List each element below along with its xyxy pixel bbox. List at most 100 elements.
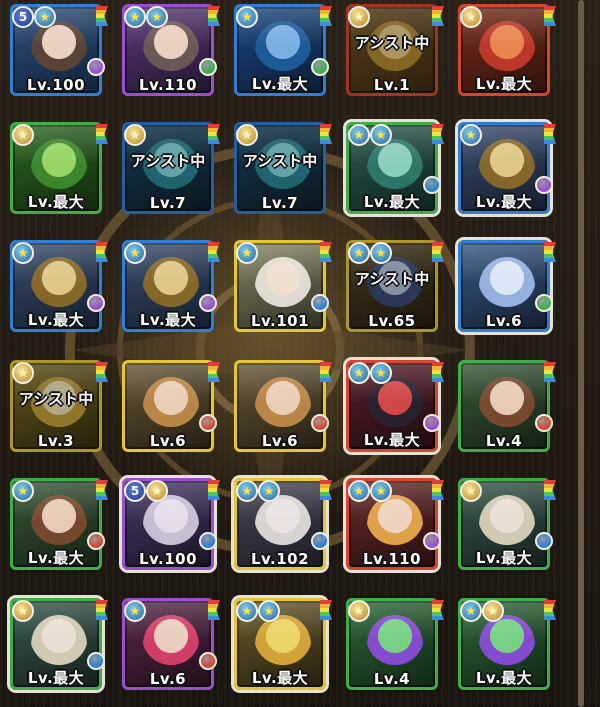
level-label: Lv.最大	[27, 193, 85, 211]
level-label: Lv.最大	[27, 549, 85, 567]
super-awakening-5-icon: 5	[124, 480, 146, 502]
monster-card-green-weapon[interactable]: ★ Lv.最大	[10, 122, 108, 214]
level-label: Lv.最大	[139, 311, 197, 329]
card-shine	[461, 243, 547, 283]
monster-card-dark-swordswoman-2[interactable]: ★ ★ Lv.110	[122, 4, 220, 96]
gold-plus-star-icon: ★	[146, 480, 168, 502]
assist-label: アシスト中	[354, 34, 430, 52]
scrollbar[interactable]	[578, 0, 584, 707]
monster-card-white-crowned-girl[interactable]: ★ Lv.最大	[458, 478, 556, 570]
monster-card-blue-seed-pod[interactable]: ★ Lv.最大	[234, 4, 332, 96]
scrollbar-thumb[interactable]	[578, 0, 584, 707]
plus-star-icon: ★	[34, 6, 56, 28]
monster-card-blond-boy-a[interactable]: Lv.6	[122, 360, 220, 452]
monster-card-white-crowned-girl-2[interactable]: ★ Lv.最大	[10, 598, 108, 690]
monster-card-yellow-dog[interactable]: ★ ★ Lv.最大	[234, 598, 332, 690]
plus-star-icon: ★	[124, 242, 146, 264]
sub-attribute-dark-icon	[87, 58, 105, 76]
level-label: Lv.100	[138, 550, 198, 568]
level-label: Lv.4	[485, 432, 523, 450]
level-label: Lv.最大	[251, 75, 309, 93]
monster-card-brown-hair-elf[interactable]: Lv.4	[458, 360, 556, 452]
plus-star-icon: ★	[236, 6, 258, 28]
plus-star-icon: ★	[258, 600, 280, 622]
monster-card-silver-maid[interactable]: ★ ★ Lv.102	[234, 478, 332, 570]
level-label: Lv.最大	[251, 669, 309, 687]
gold-plus-star-icon: ★	[12, 600, 34, 622]
level-label: Lv.1	[373, 76, 411, 94]
monster-card-cyan-armor[interactable]: ★ ★ Lv.最大	[346, 122, 444, 214]
level-label: Lv.最大	[475, 549, 533, 567]
monster-card-ice-queen[interactable]: Lv.6	[458, 240, 556, 332]
level-label: Lv.最大	[475, 75, 533, 93]
gold-plus-star-icon: ★	[236, 124, 258, 146]
monster-card-blond-boy-b[interactable]: Lv.6	[234, 360, 332, 452]
sub-attribute-water-icon	[199, 532, 217, 550]
plus-star-icon: ★	[236, 600, 258, 622]
monster-card-golden-gauntlet-2[interactable]: ★ Lv.最大	[10, 240, 108, 332]
level-label: Lv.最大	[27, 311, 85, 329]
plus-star-icon: ★	[124, 6, 146, 28]
monster-card-golden-orb[interactable]: ★ アシスト中 Lv.1	[346, 4, 444, 96]
gold-plus-star-icon: ★	[460, 6, 482, 28]
monster-card-gold-armor-assist[interactable]: ★ ★ アシスト中 Lv.65	[346, 240, 444, 332]
level-label: Lv.100	[26, 76, 86, 94]
monster-card-white-dark-girl[interactable]: 5 ★ Lv.100	[122, 478, 220, 570]
sub-attribute-water-icon	[311, 294, 329, 312]
level-label: Lv.最大	[27, 669, 85, 687]
sub-attribute-fire-icon	[199, 414, 217, 432]
sub-attribute-dark-icon	[423, 532, 441, 550]
plus-star-icon: ★	[12, 242, 34, 264]
monster-card-blonde-vampire[interactable]: ★ ★ Lv.110	[346, 478, 444, 570]
monster-card-green-dragon-b[interactable]: ★ ★ Lv.最大	[458, 598, 556, 690]
plus-star-icon: ★	[370, 124, 392, 146]
monster-card-golden-gauntlet-3[interactable]: ★ Lv.最大	[122, 240, 220, 332]
plus-star-icon: ★	[258, 480, 280, 502]
assist-label: アシスト中	[242, 152, 318, 170]
monster-card-white-haired-girl[interactable]: ★ Lv.101	[234, 240, 332, 332]
level-label: Lv.3	[37, 432, 75, 450]
plus-star-icon: ★	[370, 480, 392, 502]
plus-star-icon: ★	[236, 242, 258, 264]
sub-attribute-fire-icon	[535, 414, 553, 432]
card-shine	[461, 363, 547, 403]
monster-card-masked-girl[interactable]: ★ ★ Lv.最大	[346, 360, 444, 452]
level-label: Lv.最大	[475, 193, 533, 211]
monster-card-pink-hair-girl[interactable]: ★ Lv.6	[122, 598, 220, 690]
plus-star-icon: ★	[348, 480, 370, 502]
gold-plus-star-icon: ★	[460, 480, 482, 502]
super-awakening-5-icon: 5	[12, 6, 34, 28]
card-shine	[237, 363, 323, 403]
plus-star-icon: ★	[348, 242, 370, 264]
sub-attribute-wood-icon	[199, 58, 217, 76]
level-label: Lv.110	[138, 76, 198, 94]
gold-plus-star-icon: ★	[12, 362, 34, 384]
plus-star-icon: ★	[12, 480, 34, 502]
monster-card-green-dragon-a[interactable]: ★ Lv.4	[346, 598, 444, 690]
monster-card-light-scroll[interactable]: ★ アシスト中 Lv.3	[10, 360, 108, 452]
level-label: Lv.最大	[363, 193, 421, 211]
gold-plus-star-icon: ★	[124, 124, 146, 146]
level-label: Lv.7	[149, 194, 187, 212]
level-label: Lv.65	[368, 312, 416, 330]
level-label: Lv.4	[373, 670, 411, 688]
plus-star-icon: ★	[236, 480, 258, 502]
assist-label: アシスト中	[18, 390, 94, 408]
level-label: Lv.102	[250, 550, 310, 568]
monster-card-cyan-blade-a[interactable]: ★ アシスト中 Lv.7	[122, 122, 220, 214]
monster-card-brown-hair-elf-2[interactable]: ★ Lv.最大	[10, 478, 108, 570]
plus-star-icon: ★	[124, 600, 146, 622]
level-label: Lv.101	[250, 312, 310, 330]
sub-attribute-wood-icon	[535, 294, 553, 312]
gold-plus-star-icon: ★	[482, 600, 504, 622]
level-label: Lv.最大	[475, 669, 533, 687]
level-label: Lv.6	[149, 432, 187, 450]
plus-star-icon: ★	[370, 242, 392, 264]
monster-card-dark-swordswoman[interactable]: 5 ★ Lv.100	[10, 4, 108, 96]
card-shine	[125, 363, 211, 403]
level-label: Lv.6	[149, 670, 187, 688]
monster-card-red-seed-pod[interactable]: ★ Lv.最大	[458, 4, 556, 96]
monster-card-golden-gauntlet[interactable]: ★ Lv.最大	[458, 122, 556, 214]
monster-card-cyan-blade-b[interactable]: ★ アシスト中 Lv.7	[234, 122, 332, 214]
sub-attribute-water-icon	[311, 532, 329, 550]
